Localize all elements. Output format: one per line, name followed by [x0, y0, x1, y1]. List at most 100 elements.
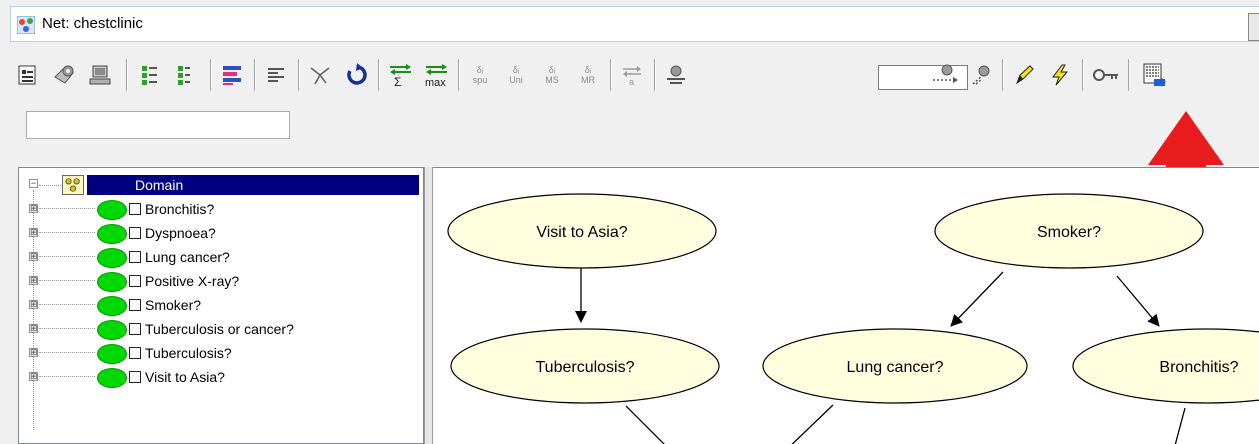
export-data-button[interactable]	[1138, 60, 1170, 90]
node-checkbox[interactable]	[129, 347, 141, 359]
graph-node-visit-to-asia[interactable]: Visit to Asia?	[447, 193, 717, 269]
delta-symbol: δᵢ	[476, 65, 484, 75]
search-input[interactable]	[26, 111, 290, 139]
delta-mr-label: MR	[581, 75, 595, 85]
expand-icon[interactable]: ⊞	[29, 372, 38, 381]
delta-symbol: δᵢ	[548, 65, 556, 75]
delta-uni-button[interactable]: δᵢ Uni	[502, 60, 530, 90]
graph-node-lung-cancer[interactable]: Lung cancer?	[762, 328, 1028, 404]
toolbar-separator	[298, 59, 300, 91]
tree-item-label: Smoker?	[145, 297, 202, 313]
monitor-bars-button[interactable]	[218, 60, 246, 90]
toolbar-separator	[458, 59, 460, 91]
tree-item-label: Bronchitis?	[145, 201, 215, 217]
tree-item-label: Positive X-ray?	[145, 273, 240, 289]
node-status-icon	[97, 296, 127, 316]
run-mode-button[interactable]	[1046, 60, 1074, 90]
edge-tuberculosis-down	[625, 405, 665, 444]
svg-text:max: max	[425, 77, 446, 88]
node-status-icon	[97, 200, 127, 220]
graph-node-label: Visit to Asia?	[536, 224, 627, 241]
structure-icon	[310, 67, 330, 85]
toolbar-separator	[126, 59, 128, 91]
layout-button[interactable]	[306, 60, 334, 90]
expand-nodes-button[interactable]	[136, 60, 164, 90]
node-checkbox[interactable]	[129, 323, 141, 335]
properties-icon	[18, 65, 36, 85]
edge-smoker-to-lung-cancer	[950, 271, 1004, 327]
toolbar-separator	[610, 59, 612, 91]
pencil-icon	[1015, 65, 1034, 85]
node-tree-panel: − Domain ⊞ Bronchitis? ⊞ Dyspnoea? ⊞ Lun…	[18, 167, 424, 444]
node-status-icon	[97, 248, 127, 268]
license-key-button[interactable]	[1090, 60, 1122, 90]
tree-item-label: Tuberculosis?	[145, 345, 232, 361]
expand-icon[interactable]: ⊞	[29, 348, 38, 357]
network-graph-canvas: Visit to Asia? Smoker? Tuberculosis? Lun…	[447, 193, 1259, 444]
window-controls-edge[interactable]	[1248, 13, 1259, 41]
panel-splitter[interactable]	[424, 167, 433, 444]
text-layout-button[interactable]	[262, 60, 290, 90]
graph-node-bronchitis[interactable]: Bronchitis?	[1072, 328, 1259, 404]
node-checkbox[interactable]	[129, 251, 141, 263]
max-propagation-button[interactable]: max	[422, 60, 450, 90]
collapse-icon[interactable]: −	[29, 179, 38, 188]
node-checkbox[interactable]	[129, 275, 141, 287]
network-icon	[17, 16, 35, 34]
transfer-arrows-icon: a	[623, 66, 641, 87]
sum-propagate-icon: Σ	[390, 64, 411, 88]
tree-connector	[39, 185, 61, 186]
lightning-icon	[1052, 64, 1069, 86]
network-graph-panel: Visit to Asia? Smoker? Tuberculosis? Lun…	[433, 167, 1259, 444]
tree-connector	[39, 256, 95, 257]
computer-button[interactable]	[86, 60, 114, 90]
delta-spu-button[interactable]: δᵢ spu	[466, 60, 494, 90]
graph-node-tuberculosis[interactable]: Tuberculosis?	[450, 328, 720, 404]
delta-spu-label: spu	[472, 75, 488, 85]
compile-button[interactable]	[50, 60, 78, 90]
domain-label: Domain	[87, 175, 419, 195]
expand-icon[interactable]: ⊞	[29, 252, 38, 261]
tree-guide-line	[33, 190, 34, 430]
graph-node-label: Smoker?	[1037, 224, 1101, 241]
transfer-button[interactable]: a	[618, 60, 646, 90]
retract-evidence-button[interactable]	[662, 60, 690, 90]
tree-connector	[39, 208, 95, 209]
tree-item-label: Lung cancer?	[145, 249, 230, 265]
node-evidence-button[interactable]	[968, 60, 996, 90]
sum-propagation-button[interactable]: Σ	[386, 60, 414, 90]
key-icon	[1093, 69, 1118, 81]
toolbar-separator	[1128, 59, 1130, 91]
expand-icon[interactable]: ⊞	[29, 276, 38, 285]
properties-button[interactable]	[14, 60, 42, 90]
node-checkbox[interactable]	[129, 227, 141, 239]
edit-mode-button[interactable]	[1010, 60, 1038, 90]
expand-icon[interactable]: ⊞	[29, 300, 38, 309]
expand-icon[interactable]: ⊞	[29, 228, 38, 237]
node-checkbox[interactable]	[129, 371, 141, 383]
tree-connector	[39, 376, 95, 377]
tree-item-label: Tuberculosis or cancer?	[145, 321, 294, 337]
tree-item-label: Visit to Asia?	[145, 369, 225, 385]
collapse-nodes-button[interactable]	[172, 60, 200, 90]
refresh-icon	[347, 63, 367, 85]
tree-connector	[39, 232, 95, 233]
graph-node-smoker[interactable]: Smoker?	[934, 193, 1204, 269]
node-checkbox[interactable]	[129, 299, 141, 311]
delta-ms-button[interactable]: δᵢ MS	[538, 60, 566, 90]
svg-text:a: a	[629, 77, 634, 87]
delta-ms-label: MS	[545, 75, 559, 85]
expand-icon[interactable]: ⊞	[29, 204, 38, 213]
node-checkbox[interactable]	[129, 203, 141, 215]
toolbar: Σ max δᵢ spu δᵢ Uni δᵢ MS δᵢ MR a	[10, 42, 1259, 160]
enter-evidence-button[interactable]	[924, 60, 964, 90]
tree-root-domain[interactable]: − Domain	[19, 175, 423, 197]
delta-symbol: δᵢ	[512, 65, 520, 75]
initialize-button[interactable]	[342, 60, 370, 90]
delta-uni-label: Uni	[509, 75, 523, 85]
edge-smoker-to-bronchitis	[1116, 275, 1160, 327]
delta-mr-button[interactable]: δᵢ MR	[574, 60, 602, 90]
expand-icon[interactable]: ⊞	[29, 324, 38, 333]
toolbar-separator	[378, 59, 380, 91]
bar-graph-icon	[223, 66, 241, 85]
